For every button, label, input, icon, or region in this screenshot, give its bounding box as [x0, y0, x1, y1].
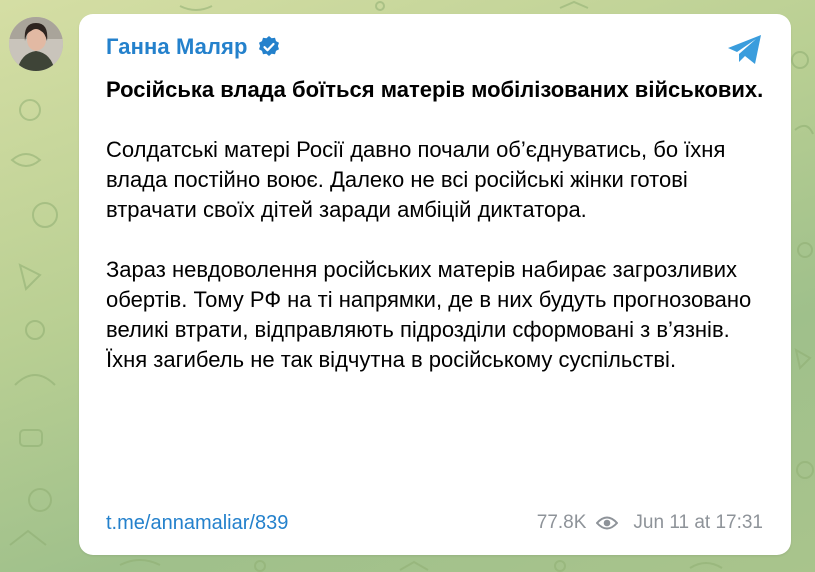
post-headline: Російська влада боїться матерів мобілізо…: [106, 77, 764, 102]
post-paragraph-2: Зараз невдоволення російських матерів на…: [106, 257, 752, 372]
post-paragraph-1: Солдатські матері Росії давно почали об’…: [106, 137, 726, 222]
author-avatar[interactable]: [9, 17, 63, 71]
post-date: Jun 11 at 17:31: [633, 512, 763, 533]
channel-post-card: Ганна Маляр Російська влада боїться мате…: [79, 14, 791, 555]
avatar-image: [9, 17, 63, 71]
eye-icon: [596, 516, 619, 530]
telegram-share-icon[interactable]: [726, 33, 764, 67]
author-name[interactable]: Ганна Маляр: [106, 34, 248, 60]
verified-badge-icon: [258, 36, 279, 56]
post-footer: t.me/annamaliar/839 77.8K Jun 11 at 17:3…: [106, 508, 763, 538]
view-count: 77.8K: [536, 512, 587, 533]
post-link[interactable]: t.me/annamaliar/839: [106, 512, 288, 535]
post-text: Російська влада боїться матерів мобілізо…: [106, 75, 766, 375]
post-meta: 77.8K Jun 11 at 17:31: [537, 512, 763, 534]
post-header: Ганна Маляр: [106, 34, 281, 60]
